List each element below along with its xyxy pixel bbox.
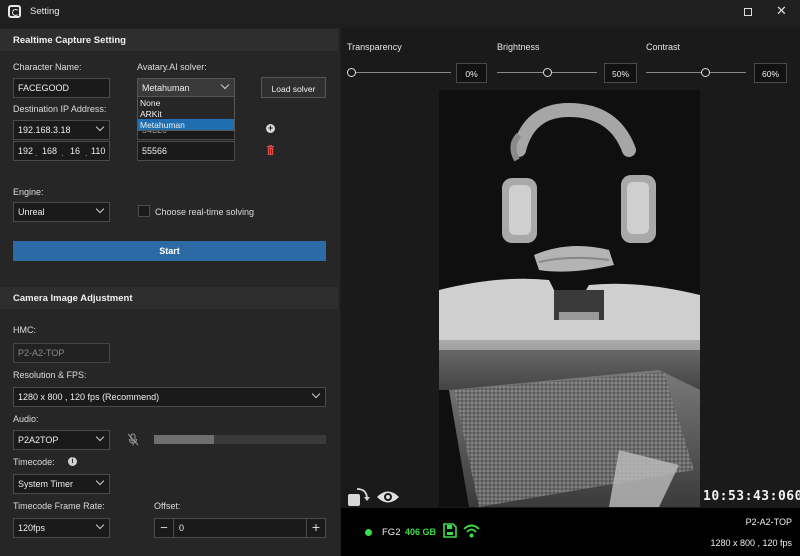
- timecode-select-value: System Timer: [18, 479, 74, 489]
- camera-name: P2-A2-TOP: [745, 517, 792, 527]
- brightness-label: Brightness: [497, 42, 540, 52]
- realtime-solving-checkbox[interactable]: [138, 205, 150, 217]
- tc-frame-rate-select-value: 120fps: [18, 523, 46, 533]
- timecode-select[interactable]: System Timer: [13, 474, 110, 494]
- contrast-value[interactable]: 60%: [754, 63, 787, 83]
- chevron-down-icon: [95, 204, 105, 214]
- camera-section-header: Camera Image Adjustment: [0, 287, 338, 309]
- sd-card-icon: [443, 523, 457, 538]
- character-name-label: Character Name:: [13, 62, 82, 72]
- solver-select[interactable]: Metahuman: [137, 78, 235, 98]
- add-circle-icon[interactable]: +: [266, 124, 275, 133]
- camera-resolution: 1280 x 800 , 120 fps: [710, 538, 792, 548]
- eye-icon[interactable]: [376, 489, 400, 505]
- solver-option-metahuman[interactable]: Metahuman: [138, 119, 234, 130]
- audio-level-meter: [154, 435, 326, 444]
- storage-free: 406 GB: [405, 527, 437, 537]
- tc-frame-rate-label: Timecode Frame Rate:: [13, 501, 105, 511]
- camera-preview-image: [439, 90, 700, 507]
- res-fps-select[interactable]: 1280 x 800 , 120 fps (Recommend): [13, 387, 326, 407]
- dest-ip-select-value: 192.168.3.18: [18, 125, 71, 135]
- close-icon[interactable]: ✕: [776, 3, 787, 19]
- audio-select-value: P2A2TOP: [18, 435, 59, 445]
- solver-option-none[interactable]: None: [138, 97, 234, 108]
- contrast-slider-handle[interactable]: [701, 68, 710, 77]
- rotate-icon[interactable]: [347, 487, 371, 507]
- solver-label: Avatary.AI solver:: [137, 62, 207, 72]
- solver-dropdown-menu: None ARKit Metahuman: [137, 96, 235, 131]
- res-fps-select-value: 1280 x 800 , 120 fps (Recommend): [18, 392, 160, 402]
- dest-ip-label: Destination IP Address:: [13, 104, 107, 114]
- load-solver-button[interactable]: Load solver: [261, 77, 326, 98]
- chevron-down-icon: [220, 80, 230, 90]
- ip-octet-2[interactable]: 168: [42, 146, 57, 156]
- contrast-slider-track[interactable]: [646, 72, 746, 73]
- realtime-section-header: Realtime Capture Setting: [0, 29, 338, 51]
- chevron-down-icon: [95, 432, 105, 442]
- device-name: FG2: [382, 527, 401, 538]
- chevron-down-icon: [95, 122, 105, 132]
- brightness-slider-handle[interactable]: [543, 68, 552, 77]
- transparency-label: Transparency: [347, 42, 402, 52]
- solver-option-arkit[interactable]: ARKit: [138, 108, 234, 119]
- tc-frame-rate-select[interactable]: 120fps: [13, 518, 110, 538]
- connection-status-dot: [365, 529, 372, 536]
- transparency-value[interactable]: 0%: [456, 63, 487, 83]
- realtime-solving-label: Choose real-time solving: [155, 207, 255, 217]
- dest-ip-select[interactable]: 192.168.3.18: [13, 120, 110, 140]
- audio-level-fill: [154, 435, 215, 444]
- ip-octet-4[interactable]: 110: [91, 146, 105, 156]
- audio-select[interactable]: P2A2TOP: [13, 430, 110, 450]
- maximize-icon[interactable]: [744, 8, 752, 16]
- brightness-value[interactable]: 50%: [604, 63, 637, 83]
- offset-increment-button[interactable]: +: [306, 519, 325, 537]
- engine-label: Engine:: [13, 187, 44, 197]
- hmc-field: P2-A2-TOP: [13, 343, 110, 363]
- transparency-slider-handle[interactable]: [347, 68, 356, 77]
- hmc-label: HMC:: [13, 325, 36, 335]
- engine-select[interactable]: Unreal: [13, 202, 110, 222]
- window-title: Setting: [30, 6, 60, 17]
- port-input[interactable]: 55566: [137, 141, 235, 161]
- chevron-down-icon: [95, 520, 105, 530]
- trash-icon[interactable]: [266, 145, 275, 155]
- info-icon[interactable]: i: [68, 457, 77, 466]
- chevron-down-icon: [311, 389, 321, 399]
- ip-octet-3[interactable]: 16: [70, 146, 80, 156]
- timecode-label: Timecode:: [13, 457, 55, 467]
- contrast-label: Contrast: [646, 42, 681, 52]
- app-logo-icon: [8, 5, 21, 18]
- character-name-input[interactable]: FACEGOOD: [13, 78, 110, 98]
- wifi-icon: [463, 524, 480, 538]
- transparency-slider-track[interactable]: [351, 72, 451, 73]
- chevron-down-icon: [95, 476, 105, 486]
- timecode-display: 10:53:43:060: [703, 489, 800, 504]
- ip-octet-1[interactable]: 192: [18, 146, 33, 156]
- res-fps-label: Resolution & FPS:: [13, 370, 87, 380]
- offset-label: Offset:: [154, 501, 181, 511]
- start-button[interactable]: Start: [13, 241, 326, 261]
- engine-select-value: Unreal: [18, 207, 45, 217]
- solver-select-value: Metahuman: [142, 83, 190, 93]
- camera-preview: [439, 90, 700, 507]
- offset-decrement-button[interactable]: −: [155, 519, 174, 537]
- title-bar: Setting ✕: [0, 0, 800, 24]
- ip-octets-input[interactable]: 192 . 168 . 16 . 110: [13, 141, 110, 161]
- mic-muted-icon[interactable]: [127, 433, 139, 446]
- offset-stepper: − 0 +: [154, 518, 326, 538]
- audio-label: Audio:: [13, 414, 39, 424]
- offset-value[interactable]: 0: [179, 523, 184, 533]
